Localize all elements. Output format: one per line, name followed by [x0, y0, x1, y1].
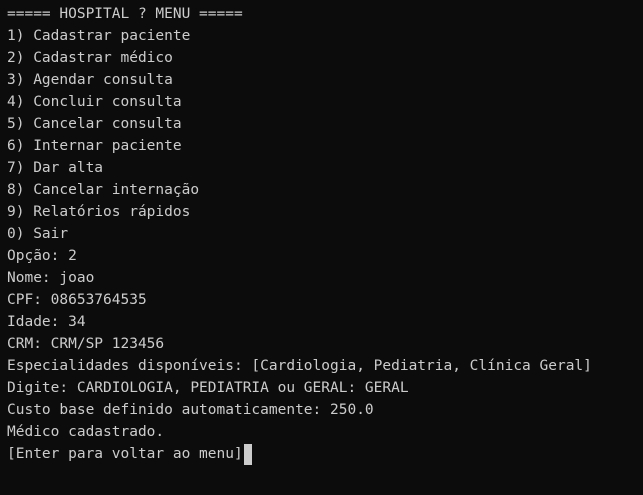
return-prompt: [Enter para voltar ao menu] — [7, 446, 243, 462]
base-cost-message: Custo base definido automaticamente: 250… — [7, 402, 374, 418]
menu-item-agendar-consulta: 3) Agendar consulta — [7, 72, 173, 88]
menu-item-cadastrar-medico: 2) Cadastrar médico — [7, 50, 173, 66]
option-entry: Opção: 2 — [7, 248, 77, 264]
success-message: Médico cadastrado. — [7, 424, 165, 440]
menu-item-cadastrar-paciente: 1) Cadastrar paciente — [7, 28, 191, 44]
menu-item-dar-alta: 7) Dar alta — [7, 160, 104, 176]
age-entry: Idade: 34 — [7, 314, 86, 330]
specialty-entry: Digite: CARDIOLOGIA, PEDIATRIA ou GERAL:… — [7, 380, 409, 396]
crm-entry: CRM: CRM/SP 123456 — [7, 336, 165, 352]
terminal-output: ===== HOSPITAL ? MENU ===== 1) Cadastrar… — [7, 3, 643, 465]
menu-item-cancelar-consulta: 5) Cancelar consulta — [7, 116, 182, 132]
menu-item-cancelar-internacao: 8) Cancelar internação — [7, 182, 200, 198]
scrolled-text-fragment — [0, 0, 643, 2]
specialties-list: Especialidades disponíveis: [Cardiologia… — [7, 358, 592, 374]
terminal-window[interactable]: ===== HOSPITAL ? MENU ===== 1) Cadastrar… — [0, 0, 643, 495]
menu-item-sair: 0) Sair — [7, 226, 69, 242]
return-prompt-line[interactable]: [Enter para voltar ao menu] — [7, 443, 643, 465]
cpf-entry: CPF: 08653764535 — [7, 292, 147, 308]
menu-item-concluir-consulta: 4) Concluir consulta — [7, 94, 182, 110]
text-cursor — [243, 443, 252, 465]
name-entry: Nome: joao — [7, 270, 95, 286]
menu-item-internar-paciente: 6) Internar paciente — [7, 138, 182, 154]
menu-item-relatorios-rapidos: 9) Relatórios rápidos — [7, 204, 191, 220]
menu-header: ===== HOSPITAL ? MENU ===== — [7, 6, 243, 22]
